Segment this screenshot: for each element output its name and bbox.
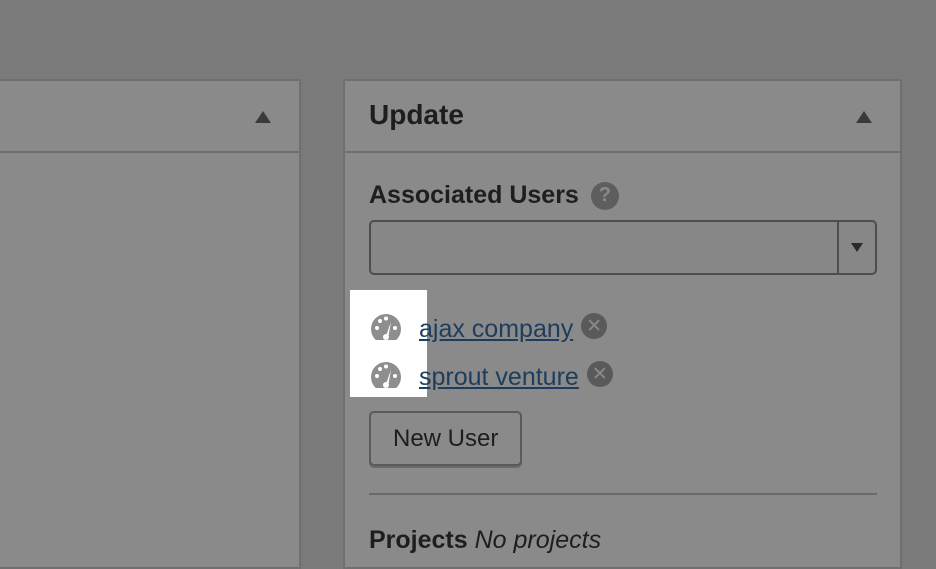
remove-icon[interactable]: ✕ xyxy=(581,313,608,339)
update-panel-title: Update xyxy=(369,99,464,130)
projects-label: Projects xyxy=(369,526,468,554)
list-item: sprout venture ✕ xyxy=(369,353,613,401)
update-panel: Update Associated Users ? ajax company ✕… xyxy=(343,79,902,569)
left-panel-collapse-icon[interactable] xyxy=(255,111,271,123)
list-item: ajax company ✕ xyxy=(369,305,613,353)
chevron-down-icon[interactable] xyxy=(837,222,875,273)
associated-users-select[interactable] xyxy=(369,220,877,275)
dashboard-icon xyxy=(369,357,409,397)
new-user-button[interactable]: New User xyxy=(369,411,523,466)
projects-value: No projects xyxy=(474,526,602,554)
left-panel xyxy=(0,79,301,569)
dashboard-icon xyxy=(369,309,409,349)
remove-icon[interactable]: ✕ xyxy=(586,361,613,387)
associated-users-label: Associated Users ? xyxy=(369,181,619,210)
left-panel-header xyxy=(0,81,299,153)
user-link-ajax-company[interactable]: ajax company xyxy=(419,315,573,344)
divider xyxy=(369,493,877,495)
associated-users-label-text: Associated Users xyxy=(369,181,579,209)
projects-row: Projects No projects xyxy=(369,526,601,555)
update-panel-collapse-icon[interactable] xyxy=(856,111,872,123)
help-icon[interactable]: ? xyxy=(590,181,619,210)
user-link-sprout-venture[interactable]: sprout venture xyxy=(419,363,579,392)
update-panel-header: Update xyxy=(345,81,900,153)
